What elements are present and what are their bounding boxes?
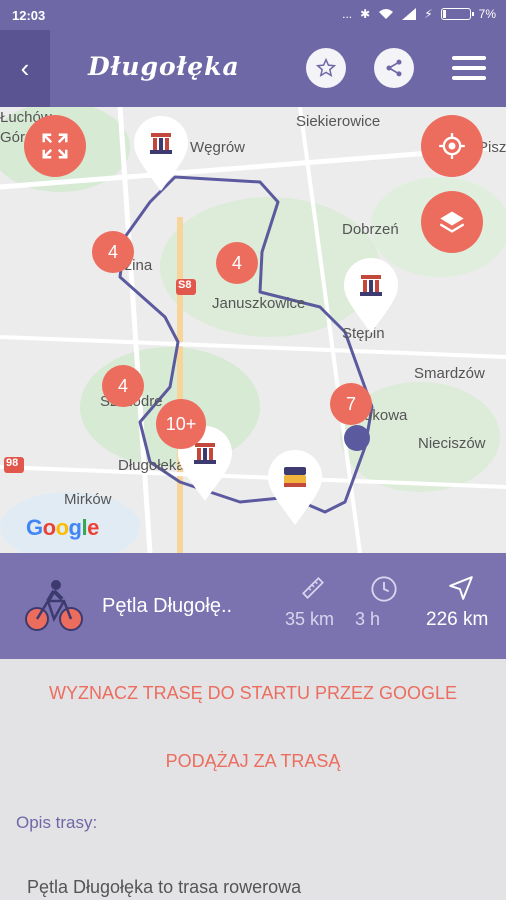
description-text: Pętla Długołęka to trasa rowerowa	[27, 877, 302, 897]
status-bar: 12:03 ... ✱ ⚡ 7%	[0, 0, 506, 30]
route-info-panel[interactable]: Pętla Długołę.. 35 km 3 h 226 km	[0, 553, 506, 659]
map-canvas	[0, 107, 506, 553]
place-label: Nieciszów	[418, 435, 486, 452]
star-icon	[316, 58, 336, 78]
battery-icon	[440, 8, 474, 20]
fullscreen-button[interactable]	[24, 115, 86, 177]
share-icon	[386, 59, 402, 77]
bluetooth-icon: ✱	[360, 7, 371, 21]
place-label: Siekierowice	[296, 113, 381, 130]
wifi-icon	[379, 9, 394, 19]
cluster-marker[interactable]: 7	[330, 383, 372, 425]
navigation-arrow-icon	[449, 576, 473, 600]
route-end-marker	[344, 425, 370, 451]
charging-icon: ⚡	[424, 7, 433, 21]
follow-route-link[interactable]: PODĄŻAJ ZA TRASĄ	[0, 751, 506, 772]
google-logo: Google	[26, 515, 99, 540]
clock-icon	[371, 576, 397, 602]
navigate-google-link[interactable]: WYZNACZ TRASĘ DO STARTU PRZEZ GOOGLE	[0, 683, 506, 704]
share-button[interactable]	[374, 48, 414, 88]
status-time: 12:03	[12, 8, 46, 23]
route-map[interactable]: S8 98 Siekierowice Węgrów Dobrzeń Janusz…	[0, 107, 506, 553]
route-duration: 3 h	[355, 609, 381, 629]
place-label: Mirków	[64, 491, 112, 508]
landmark-pin[interactable]	[132, 115, 190, 193]
cluster-marker[interactable]: 4	[92, 231, 134, 273]
cluster-marker[interactable]: 4	[216, 242, 258, 284]
road-badge-s8: S8	[178, 279, 192, 291]
route-details: WYZNACZ TRASĘ DO STARTU PRZEZ GOOGLE POD…	[0, 659, 506, 900]
place-label: Dobrzeń	[342, 221, 399, 238]
menu-button[interactable]	[452, 56, 486, 80]
bicycle-icon	[25, 580, 83, 631]
signal-icon	[402, 8, 417, 20]
favorite-button[interactable]	[306, 48, 346, 88]
battery-percent: 7%	[478, 7, 496, 21]
back-button[interactable]: ‹	[0, 30, 50, 107]
road-badge-98: 98	[6, 457, 19, 469]
place-label: Węgrów	[190, 139, 246, 156]
page-title: Długołęka	[88, 52, 240, 81]
fullscreen-icon	[42, 133, 68, 159]
layers-icon	[439, 211, 465, 233]
place-label: Długołęka	[118, 457, 185, 474]
place-label: Januszkowice	[212, 295, 306, 312]
cluster-marker[interactable]: 10+	[156, 399, 206, 449]
my-location-icon	[439, 133, 465, 159]
distance-to-start: 226 km	[426, 609, 489, 630]
route-name: Pętla Długołę..	[102, 595, 233, 617]
food-pin[interactable]	[266, 449, 324, 527]
cluster-marker[interactable]: 4	[102, 365, 144, 407]
ruler-icon	[302, 577, 324, 599]
landmark-pin[interactable]	[342, 257, 400, 335]
description-label: Opis trasy:	[16, 813, 98, 832]
locate-button[interactable]	[421, 115, 483, 177]
route-length: 35 km	[285, 609, 335, 629]
place-label: Smardzów	[414, 365, 485, 382]
chevron-left-icon: ‹	[20, 53, 30, 83]
app-header: ‹ Długołęka	[0, 30, 506, 107]
layers-button[interactable]	[421, 191, 483, 253]
notification-dots: ...	[342, 7, 353, 21]
